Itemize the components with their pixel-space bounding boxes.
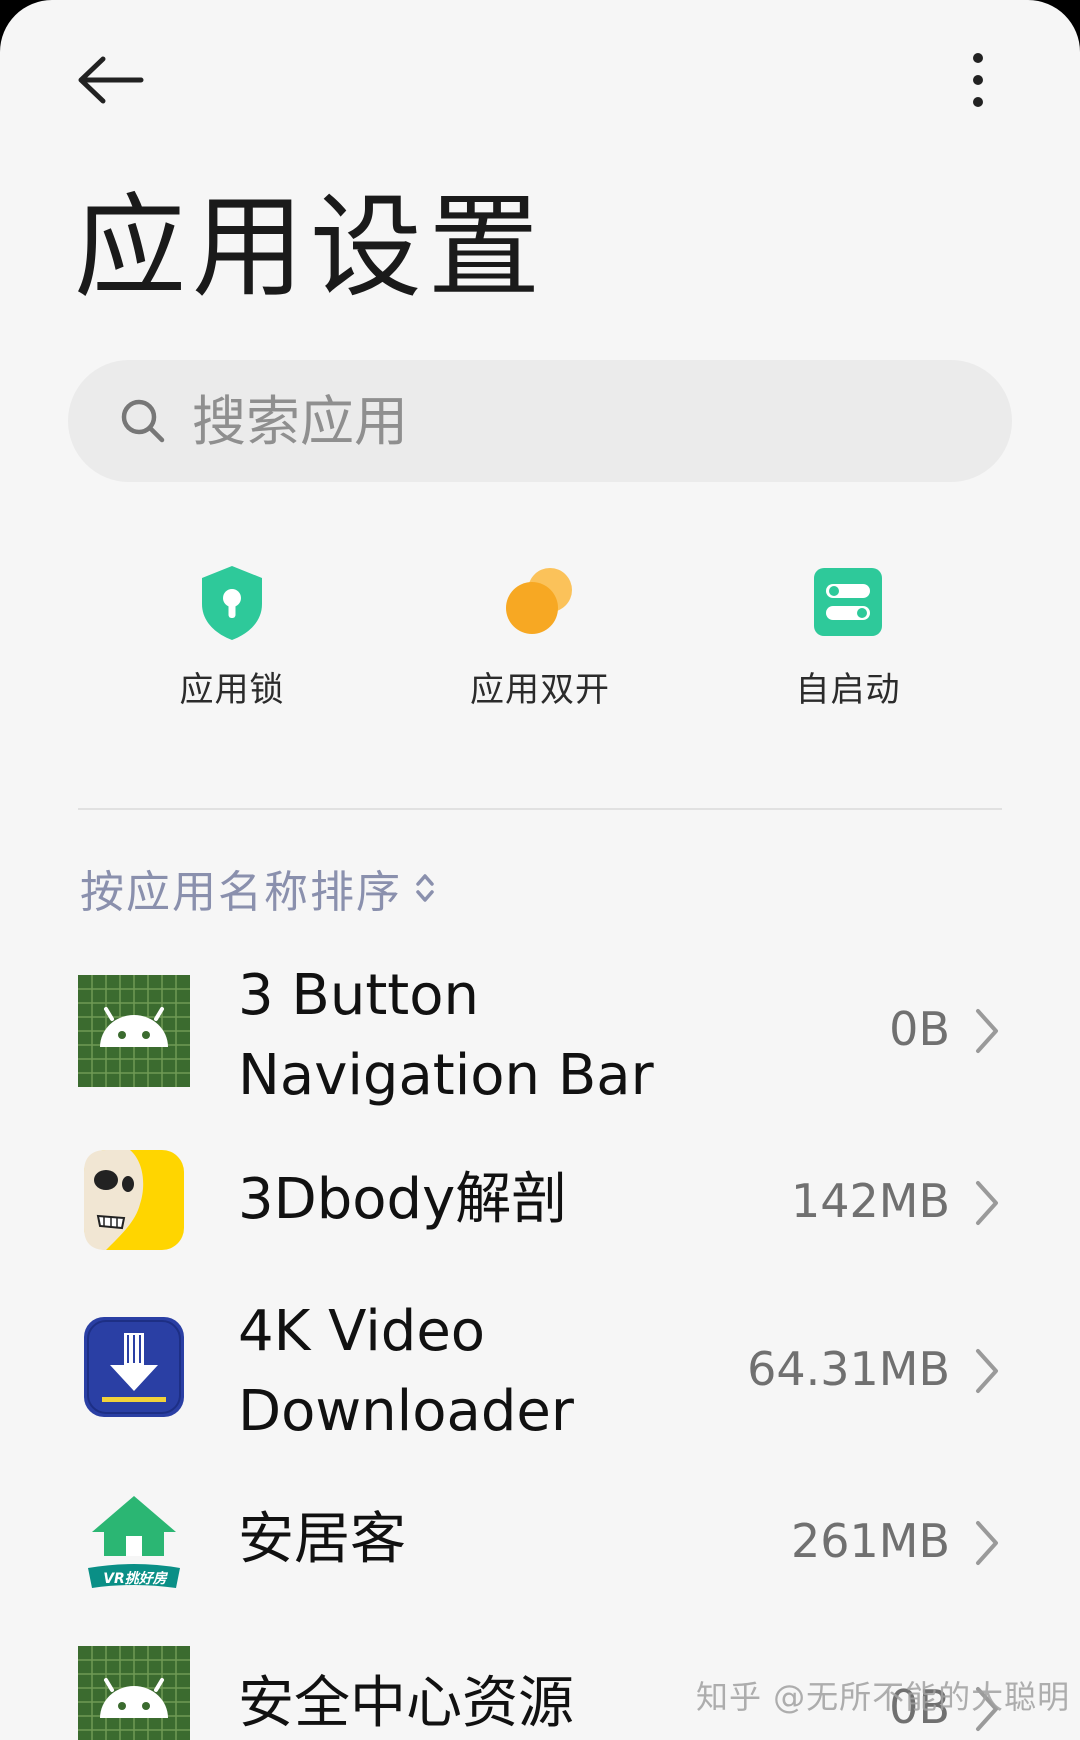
app-settings-screen: 应用设置 应用锁 应用双开 自启动 — [0, 0, 1080, 1740]
autostart-shortcut[interactable]: 自启动 — [728, 560, 968, 740]
app-size: 261MB — [790, 1514, 950, 1568]
chevron-right-icon — [976, 1009, 998, 1053]
page-title: 应用设置 — [74, 183, 546, 313]
search-input[interactable] — [192, 360, 972, 482]
app-name: 3 Button Navigation Bar — [238, 963, 654, 1108]
shield-lock-icon — [202, 566, 262, 640]
chevron-right-icon — [976, 1181, 998, 1225]
app-size: 142MB — [790, 1174, 950, 1228]
app-size: 0B — [889, 1002, 950, 1056]
toggle-switches-icon — [814, 568, 882, 636]
android-icon — [78, 1646, 190, 1740]
section-divider — [78, 808, 1002, 810]
sort-updown-icon — [416, 874, 434, 902]
arrow-left-icon — [78, 56, 144, 104]
download-icon — [84, 1317, 184, 1417]
app-name: 3Dbody解剖 — [238, 1167, 568, 1232]
app-lock-label: 应用锁 — [179, 670, 285, 710]
app-list-item[interactable]: VR挑好房 安居客 261MB — [0, 1490, 1080, 1590]
anjuke-app-icon: VR挑好房 — [84, 1490, 184, 1590]
skull-icon — [84, 1150, 184, 1250]
chevron-right-icon — [976, 1349, 998, 1393]
app-name: 安居客 — [238, 1507, 406, 1572]
app-list-item[interactable]: 3Dbody解剖 142MB — [0, 1150, 1080, 1250]
android-icon — [78, 975, 190, 1087]
app-name: 4K Video Downloader — [238, 1299, 574, 1444]
search-icon — [121, 399, 165, 443]
more-vertical-icon — [973, 53, 983, 107]
watermark: 知乎 @无所不能的大聪明 — [696, 1678, 1071, 1716]
app-size: 64.31MB — [747, 1342, 950, 1396]
icon-caption: VR挑好房 — [103, 1571, 167, 1587]
more-options-button[interactable] — [938, 40, 1018, 120]
app-lock-shortcut[interactable]: 应用锁 — [112, 560, 352, 740]
sort-label: 按应用名称排序 — [80, 867, 402, 918]
sort-selector[interactable]: 按应用名称排序 — [80, 856, 436, 920]
chevron-right-icon — [976, 1521, 998, 1565]
app-list-item[interactable]: 3 Button Navigation Bar 0B — [0, 956, 1080, 1108]
back-button[interactable] — [62, 40, 158, 120]
dual-apps-label: 应用双开 — [470, 670, 610, 710]
dual-apps-shortcut[interactable]: 应用双开 — [420, 560, 660, 740]
autostart-label: 自启动 — [795, 670, 901, 710]
search-bar[interactable] — [68, 360, 1012, 482]
app-list-item[interactable]: 4K Video Downloader 64.31MB — [0, 1292, 1080, 1452]
dual-circles-icon — [506, 568, 572, 634]
